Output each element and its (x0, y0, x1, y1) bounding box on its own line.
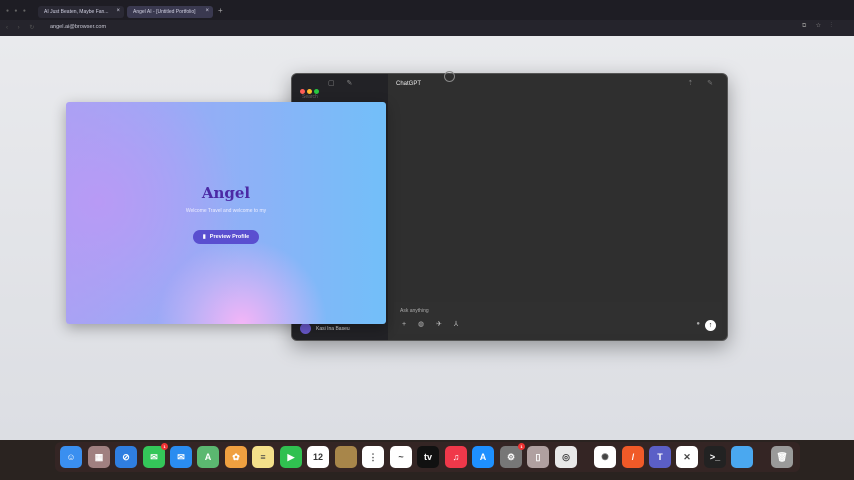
dock-app-store-icon[interactable]: A (472, 446, 494, 468)
card-subtitle: Welcome Travel and welcome to my (185, 208, 267, 214)
send-button[interactable]: ↑ (705, 320, 716, 331)
dock-calendar-icon[interactable]: 12 (307, 446, 329, 468)
button-label: Preview Profile (209, 234, 250, 240)
window-controls[interactable]: ● ● ● (6, 8, 28, 14)
cursor-icon: ↖ (444, 71, 455, 82)
dock-glyph: ~ (398, 452, 404, 462)
window-actions[interactable]: ⇡ ✎ (687, 79, 719, 87)
sidebar-toggle-icon[interactable]: ▢ ✎ (328, 79, 357, 87)
url-field[interactable]: angel.ai@browser.com (50, 24, 106, 30)
close-icon[interactable]: × (205, 8, 209, 14)
tab-angel[interactable]: Angel AI - [Untitled Portfolio] × (127, 6, 213, 18)
dock-glyph: ⊘ (122, 452, 130, 462)
dock-glyph: ⋮ (368, 452, 378, 462)
notification-badge: 1 (518, 443, 525, 450)
dock-glyph: ⚙ (506, 452, 516, 462)
dock-glyph: / (631, 452, 635, 462)
dock-music-icon[interactable]: ♫ (445, 446, 467, 468)
avatar (300, 323, 311, 334)
dock-system-settings-icon[interactable]: ⚙ 1 (500, 443, 525, 468)
dock-safari-icon[interactable]: ⊘ (115, 446, 137, 468)
dock-glyph: A (204, 452, 212, 462)
dock-freeform-icon[interactable]: ~ (390, 446, 412, 468)
prompt-tool-icons[interactable]: + ◍ ✈ ⅄ (402, 320, 463, 328)
dock-teams-icon[interactable]: T (649, 446, 671, 468)
dock-preview-icon[interactable]: ▯ (527, 446, 549, 468)
dock-notes-icon[interactable]: ≡ (252, 446, 274, 468)
new-tab-icon[interactable]: + (218, 6, 223, 15)
sidebar-search[interactable]: Search (302, 94, 318, 100)
dock-photos-icon[interactable]: ✿ (225, 446, 247, 468)
prompt-input[interactable]: Ask anything (400, 308, 429, 314)
dock-glyph: ▦ (94, 452, 104, 462)
dock-glyph: ☺ (66, 452, 76, 462)
dock-trash-icon[interactable]: 🗑 (771, 446, 793, 468)
dock-glyph: 12 (312, 452, 323, 462)
dock-glyph: ✕ (683, 452, 691, 462)
dock-glyph: ≡ (260, 452, 266, 462)
close-icon[interactable]: × (116, 8, 120, 14)
model-selector[interactable]: ChatGPT (396, 81, 421, 87)
dock-glyph: ◎ (562, 452, 570, 462)
dock-glyph: >_ (709, 452, 721, 462)
dock-glyph: ✺ (601, 452, 609, 462)
dock-mail-icon[interactable]: ✉ (170, 446, 192, 468)
tab-label: AI Just Beaten, Maybe Fan... (44, 9, 109, 15)
dock-glyph: A (479, 452, 487, 462)
preview-profile-button[interactable]: ▮ Preview Profile (193, 230, 259, 244)
dock-capcut-icon[interactable]: ✕ (676, 446, 698, 468)
notification-badge: 1 (161, 443, 168, 450)
prompt-box[interactable]: Ask anything + ◍ ✈ ⅄ ● ↑ (394, 302, 722, 334)
address-bar: ‹ › ↻ angel.ai@browser.com ⧉ ☆ ⋮ (0, 20, 854, 36)
dock-glyph: ▶ (287, 452, 295, 462)
nav-buttons[interactable]: ‹ › ↻ (6, 24, 38, 31)
dock-facetime-icon[interactable]: ▶ (280, 446, 302, 468)
dock-pen-app-icon[interactable]: / (622, 446, 644, 468)
dock-app-icon[interactable] (335, 446, 357, 468)
dock-glyph: tv (423, 452, 432, 462)
user-name: Kasi Ina Baseu (316, 325, 350, 332)
angel-profile-card: Angel Welcome Travel and welcome to my ▮… (66, 102, 386, 324)
document-icon: ▮ (202, 234, 206, 240)
dock-apple-tv-icon[interactable]: tv (417, 446, 439, 468)
dock-messages-icon[interactable]: ✉ 1 (143, 443, 168, 468)
dock-glyph: ♫ (452, 452, 460, 462)
dock-glyph: ✿ (232, 452, 240, 462)
mic-icon[interactable]: ● (696, 321, 700, 327)
tab-label: Angel AI - [Untitled Portfolio] (133, 9, 196, 15)
dock-finder-icon[interactable]: ☺ (60, 446, 82, 468)
dock-terminal-icon[interactable]: >_ (704, 446, 726, 468)
card-title: Angel (201, 184, 251, 202)
browser-tab-bar: ● ● ● AI Just Beaten, Maybe Fan... × Ange… (0, 0, 854, 20)
dock-glyph: ✉ (177, 452, 185, 462)
dock-launchpad-icon[interactable]: ▦ (88, 446, 110, 468)
dock-chatgpt-icon[interactable]: ✺ (594, 446, 616, 468)
dock-glyph: ✉ (150, 452, 158, 462)
dock-glyph: 🗑 (776, 452, 788, 462)
user-profile[interactable]: Kasi Ina Baseu (300, 323, 350, 334)
dock-glyph: ▯ (535, 452, 541, 462)
dock-maps-icon[interactable]: A (197, 446, 219, 468)
dock-reminders-icon[interactable]: ⋮ (362, 446, 384, 468)
dock-glyph: T (657, 452, 663, 462)
tab-video[interactable]: AI Just Beaten, Maybe Fan... × (38, 6, 124, 18)
dock-folder-icon[interactable] (731, 446, 753, 468)
toolbar-icons[interactable]: ⧉ ☆ ⋮ (802, 23, 836, 30)
dock-chrome-icon[interactable]: ◎ (555, 446, 577, 468)
